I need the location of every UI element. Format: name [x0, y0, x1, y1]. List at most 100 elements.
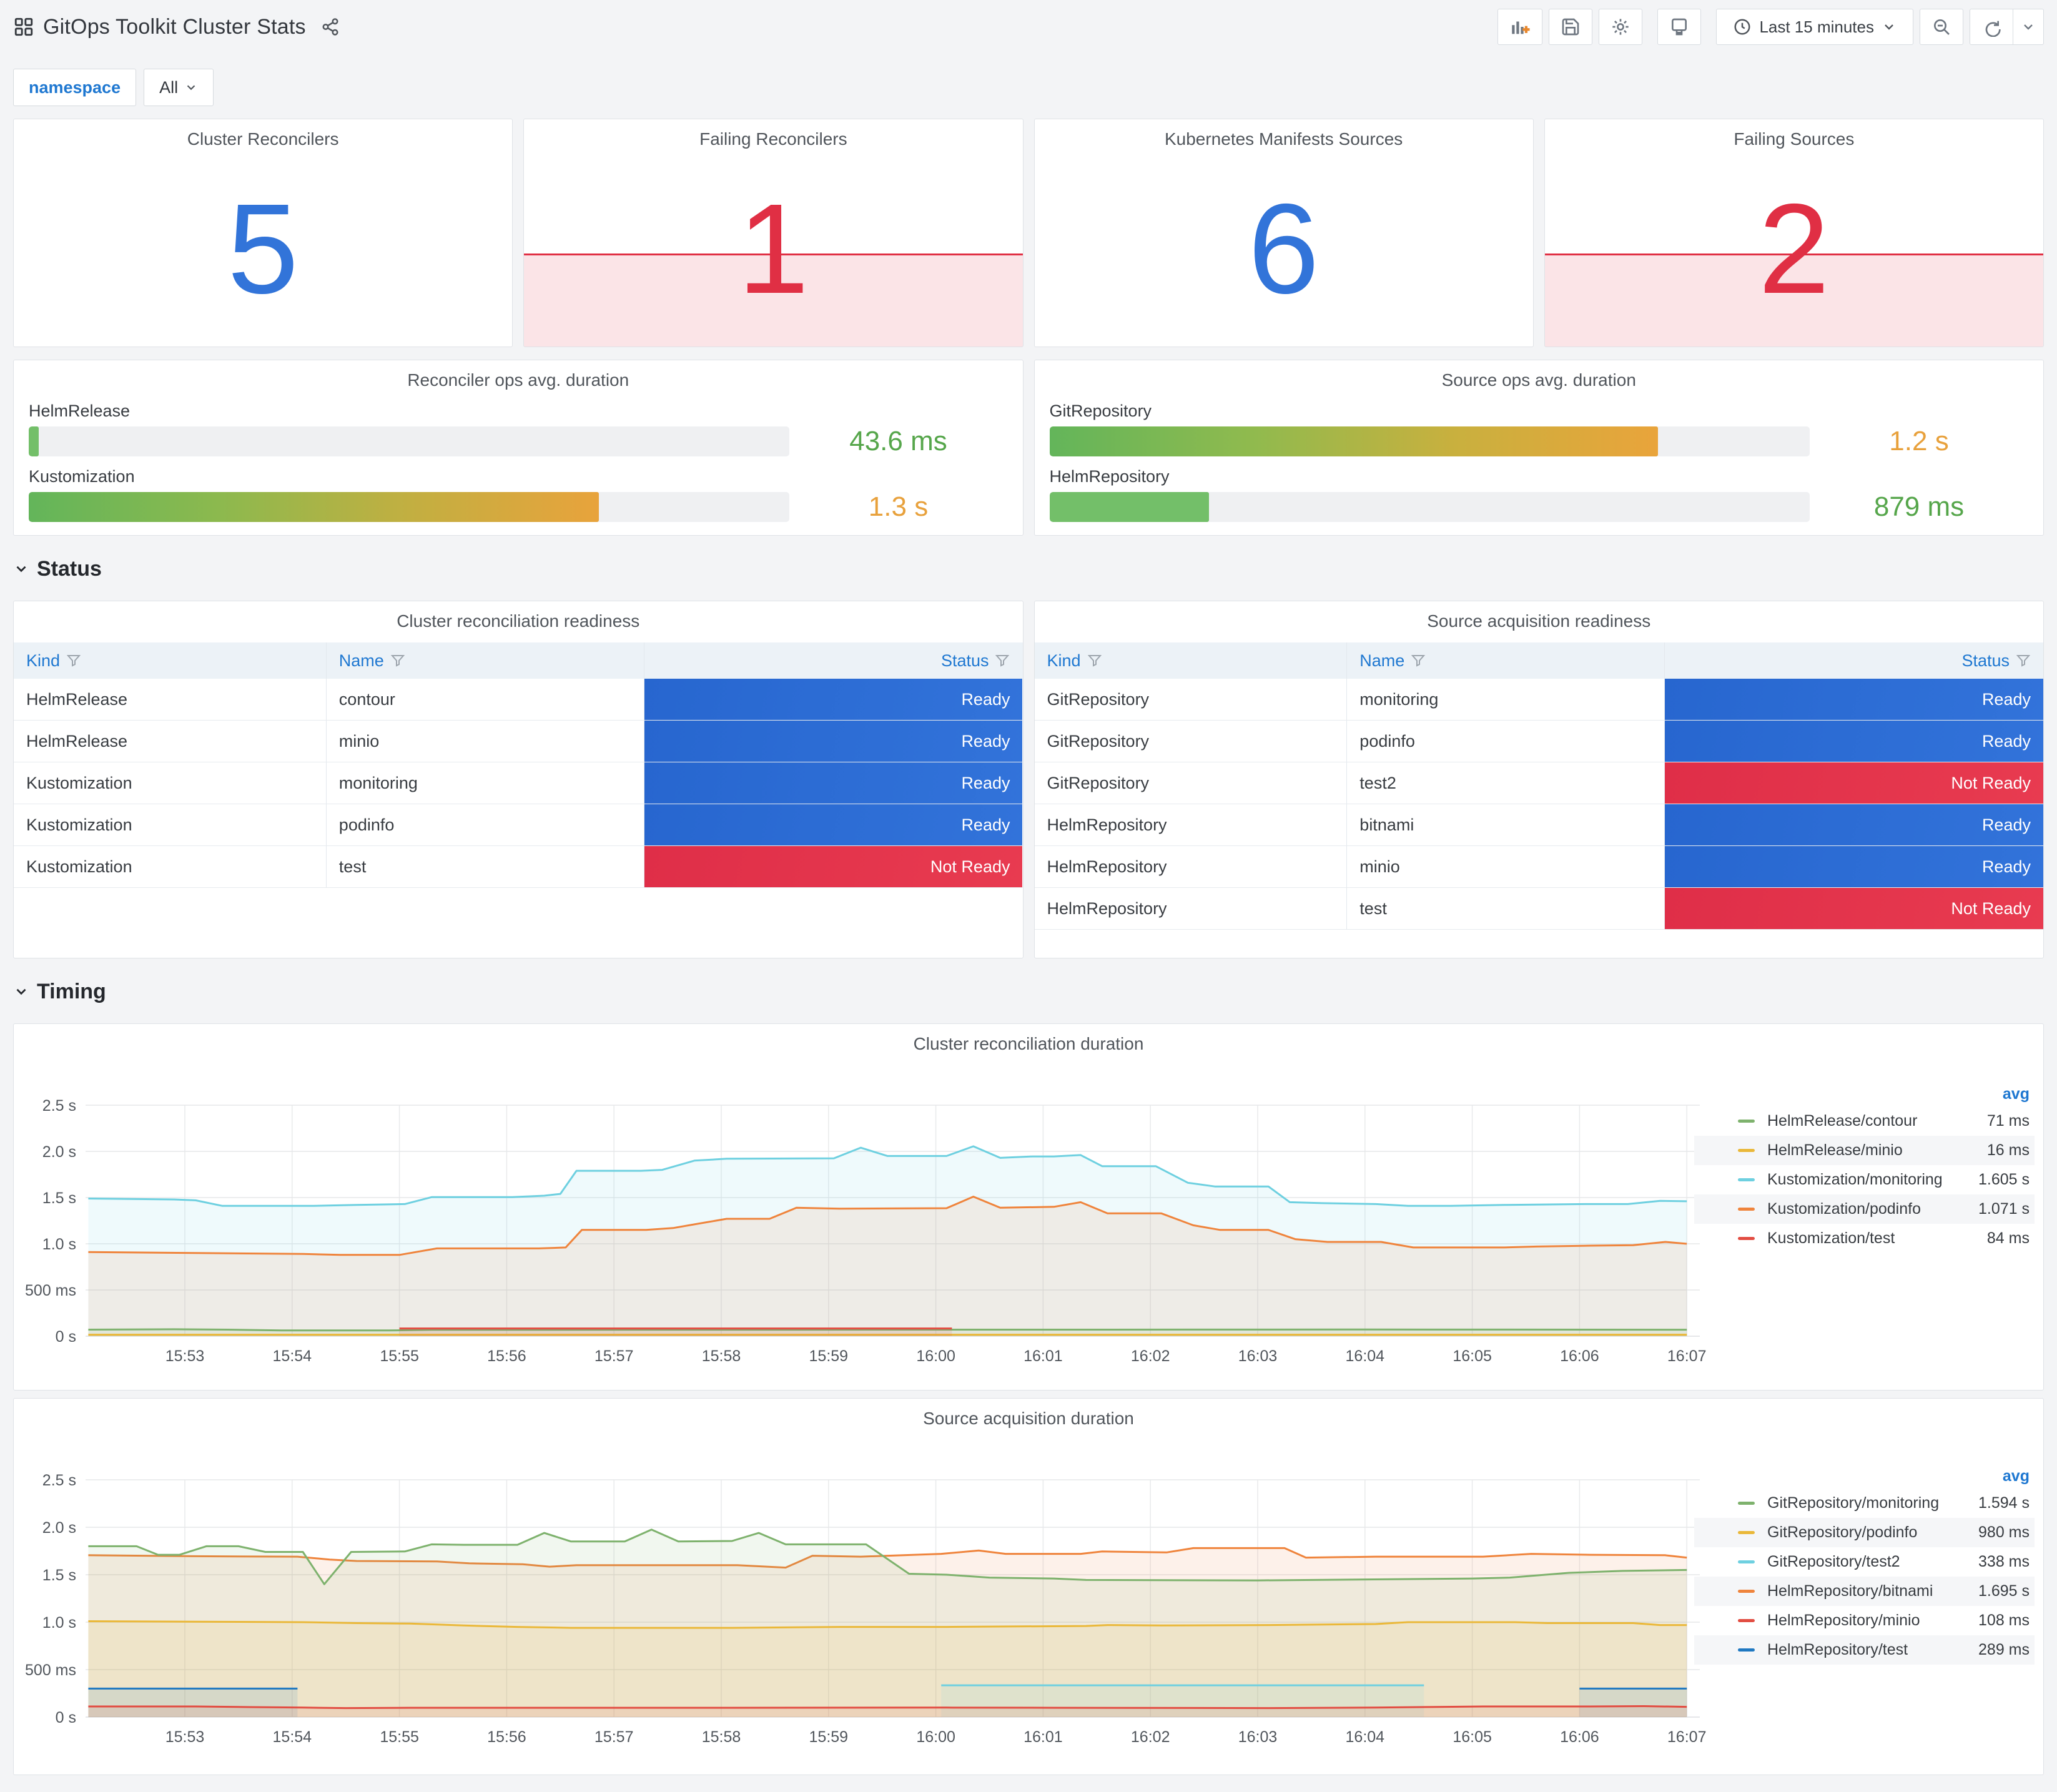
series-name: Kustomization/test	[1767, 1229, 1895, 1247]
table-header-row: Kind Name Status	[1034, 642, 2043, 679]
gauge-row-label: GitRepository	[1049, 401, 1152, 420]
table-row: Kustomization podinfo Ready	[14, 804, 1023, 846]
status-badge: Ready	[1665, 804, 2043, 845]
series-name: Kustomization/podinfo	[1767, 1200, 1921, 1218]
table-panel-cluster-reconciliation-readiness[interactable]: Cluster reconciliation readiness Kind Nam…	[13, 601, 1024, 958]
timeseries-plot[interactable]: 0 s 500 ms 1.0 s 1.5 s 2.0 s 2.5 s 15:53 15:54 1…	[14, 1024, 1712, 1391]
cell-kind: HelmRepository	[1035, 804, 1348, 845]
stat-panel-cluster-reconcilers[interactable]: Cluster Reconcilers 5	[13, 119, 513, 347]
stat-panel-kubernetes-manifests-sources[interactable]: Kubernetes Manifests Sources 6	[1033, 119, 1534, 347]
monitor-icon	[1669, 17, 1689, 37]
time-range-picker[interactable]: Last 15 minutes	[1716, 9, 1913, 45]
svg-text:2.0 s: 2.0 s	[42, 1519, 76, 1537]
legend-item[interactable]: GitRepository/podinfo 980 ms	[1694, 1518, 2035, 1547]
status-badge: Not Ready	[1665, 888, 2043, 929]
svg-text:16:02: 16:02	[1131, 1347, 1170, 1365]
legend-item[interactable]: Kustomization/monitoring 1.605 s	[1694, 1165, 2035, 1194]
svg-text:15:59: 15:59	[809, 1728, 849, 1746]
series-avg-value: 1.695 s	[1978, 1582, 2030, 1600]
column-header-kind[interactable]: Kind	[14, 642, 327, 679]
refresh-button[interactable]	[1970, 9, 2013, 45]
add-panel-button[interactable]	[1497, 9, 1543, 45]
svg-text:1.5 s: 1.5 s	[42, 1189, 76, 1207]
namespace-filter-value[interactable]: All	[144, 69, 214, 106]
svg-text:16:03: 16:03	[1238, 1728, 1278, 1746]
legend-item[interactable]: HelmRepository/test 289 ms	[1694, 1635, 2035, 1665]
chart-panel-cluster-reconciliation-duration[interactable]: Cluster reconciliation duration 0 s 500 m…	[13, 1023, 2044, 1391]
save-dashboard-button[interactable]	[1549, 9, 1593, 45]
filter-icon[interactable]	[1411, 653, 1426, 668]
series-avg-value: 108 ms	[1978, 1612, 2030, 1629]
series-name: Kustomization/monitoring	[1767, 1171, 1943, 1188]
svg-text:16:02: 16:02	[1131, 1728, 1170, 1746]
table-panel-source-acquisition-readiness[interactable]: Source acquisition readiness Kind Name Sta…	[1033, 601, 2044, 958]
series-color-dash	[1738, 1502, 1755, 1505]
column-header-status[interactable]: Status	[644, 642, 1023, 679]
row-header-status[interactable]: Status	[13, 553, 2044, 584]
tv-mode-button[interactable]	[1657, 9, 1702, 45]
status-badge: Ready	[644, 762, 1023, 804]
cell-name: bitnami	[1347, 804, 1665, 845]
legend-item[interactable]: HelmRelease/minio 16 ms	[1694, 1136, 2035, 1165]
series-color-dash	[1738, 1648, 1755, 1652]
cell-kind: Kustomization	[14, 762, 327, 804]
chart-panel-source-acquisition-duration[interactable]: Source acquisition duration 0 s 500 ms 1.0…	[13, 1398, 2044, 1775]
timeseries-plot[interactable]: 0 s 500 ms 1.0 s 1.5 s 2.0 s 2.5 s 15:53 15:54 1…	[14, 1399, 1712, 1776]
legend-item[interactable]: GitRepository/monitoring 1.594 s	[1694, 1489, 2035, 1518]
legend-item[interactable]: HelmRepository/bitnami 1.695 s	[1694, 1577, 2035, 1606]
status-badge: Ready	[644, 679, 1023, 720]
column-header-status[interactable]: Status	[1665, 642, 2043, 679]
stat-panel-failing-sources[interactable]: Failing Sources 2	[1544, 119, 2044, 347]
svg-text:15:56: 15:56	[487, 1728, 526, 1746]
svg-text:15:54: 15:54	[273, 1728, 312, 1746]
series-name: HelmRepository/bitnami	[1767, 1582, 1933, 1600]
chevron-down-icon	[184, 81, 198, 94]
magnifier-minus-icon	[1931, 17, 1951, 37]
svg-text:15:57: 15:57	[594, 1728, 634, 1746]
filter-icon[interactable]	[66, 653, 81, 668]
status-badge: Ready	[644, 721, 1023, 762]
svg-text:16:01: 16:01	[1024, 1728, 1063, 1746]
legend-item[interactable]: GitRepository/test2 338 ms	[1694, 1547, 2035, 1577]
svg-text:2.0 s: 2.0 s	[42, 1143, 76, 1161]
panel-title: Kubernetes Manifests Sources	[1164, 129, 1403, 149]
gauge-panel-source-ops[interactable]: Source ops avg. duration GitRepository 1…	[1033, 360, 2044, 536]
add-panel-icon	[1509, 16, 1531, 37]
gauge-row-label: HelmRepository	[1049, 467, 1170, 486]
section-title: Timing	[37, 979, 106, 1003]
legend-avg-header[interactable]: avg	[1694, 1464, 2035, 1489]
refresh-icon	[1981, 17, 2001, 37]
row-header-timing[interactable]: Timing	[13, 976, 2044, 1007]
series-color-dash	[1738, 1237, 1755, 1240]
gauge-bar-fill	[29, 426, 39, 456]
legend-avg-header[interactable]: avg	[1694, 1081, 2035, 1106]
filter-icon[interactable]	[390, 653, 405, 668]
gauge-panel-reconciler-ops[interactable]: Reconciler ops avg. duration HelmRelease…	[13, 360, 1024, 536]
cell-name: test	[1347, 888, 1665, 929]
svg-text:15:55: 15:55	[380, 1347, 419, 1365]
legend-item[interactable]: HelmRepository/minio 108 ms	[1694, 1606, 2035, 1635]
zoom-out-time-button[interactable]	[1920, 9, 1963, 45]
table-row: HelmRelease contour Ready	[14, 679, 1023, 721]
legend-item[interactable]: Kustomization/test 84 ms	[1694, 1224, 2035, 1253]
stat-panel-failing-reconcilers[interactable]: Failing Reconcilers 1	[523, 119, 1024, 347]
namespace-filter-label[interactable]: namespace	[13, 69, 137, 106]
svg-text:500 ms: 500 ms	[25, 1662, 76, 1679]
column-header-name[interactable]: Name	[327, 642, 644, 679]
legend-item[interactable]: Kustomization/podinfo 1.071 s	[1694, 1194, 2035, 1224]
series-avg-value: 980 ms	[1978, 1524, 2030, 1541]
stat-value: 2	[1758, 177, 1830, 320]
legend-item[interactable]: HelmRelease/contour 71 ms	[1694, 1106, 2035, 1136]
share-icon[interactable]	[321, 17, 340, 36]
chevron-down-icon	[1882, 19, 1897, 34]
refresh-interval-button[interactable]	[2013, 9, 2044, 45]
series-avg-value: 338 ms	[1978, 1553, 2030, 1570]
panel-title: Reconciler ops avg. duration	[407, 370, 629, 390]
column-header-name[interactable]: Name	[1347, 642, 1665, 679]
dashboard-settings-button[interactable]	[1599, 9, 1643, 45]
filter-icon[interactable]	[995, 653, 1010, 668]
svg-text:16:07: 16:07	[1667, 1728, 1707, 1746]
filter-icon[interactable]	[2016, 653, 2031, 668]
filter-icon[interactable]	[1087, 653, 1102, 668]
column-header-kind[interactable]: Kind	[1035, 642, 1348, 679]
